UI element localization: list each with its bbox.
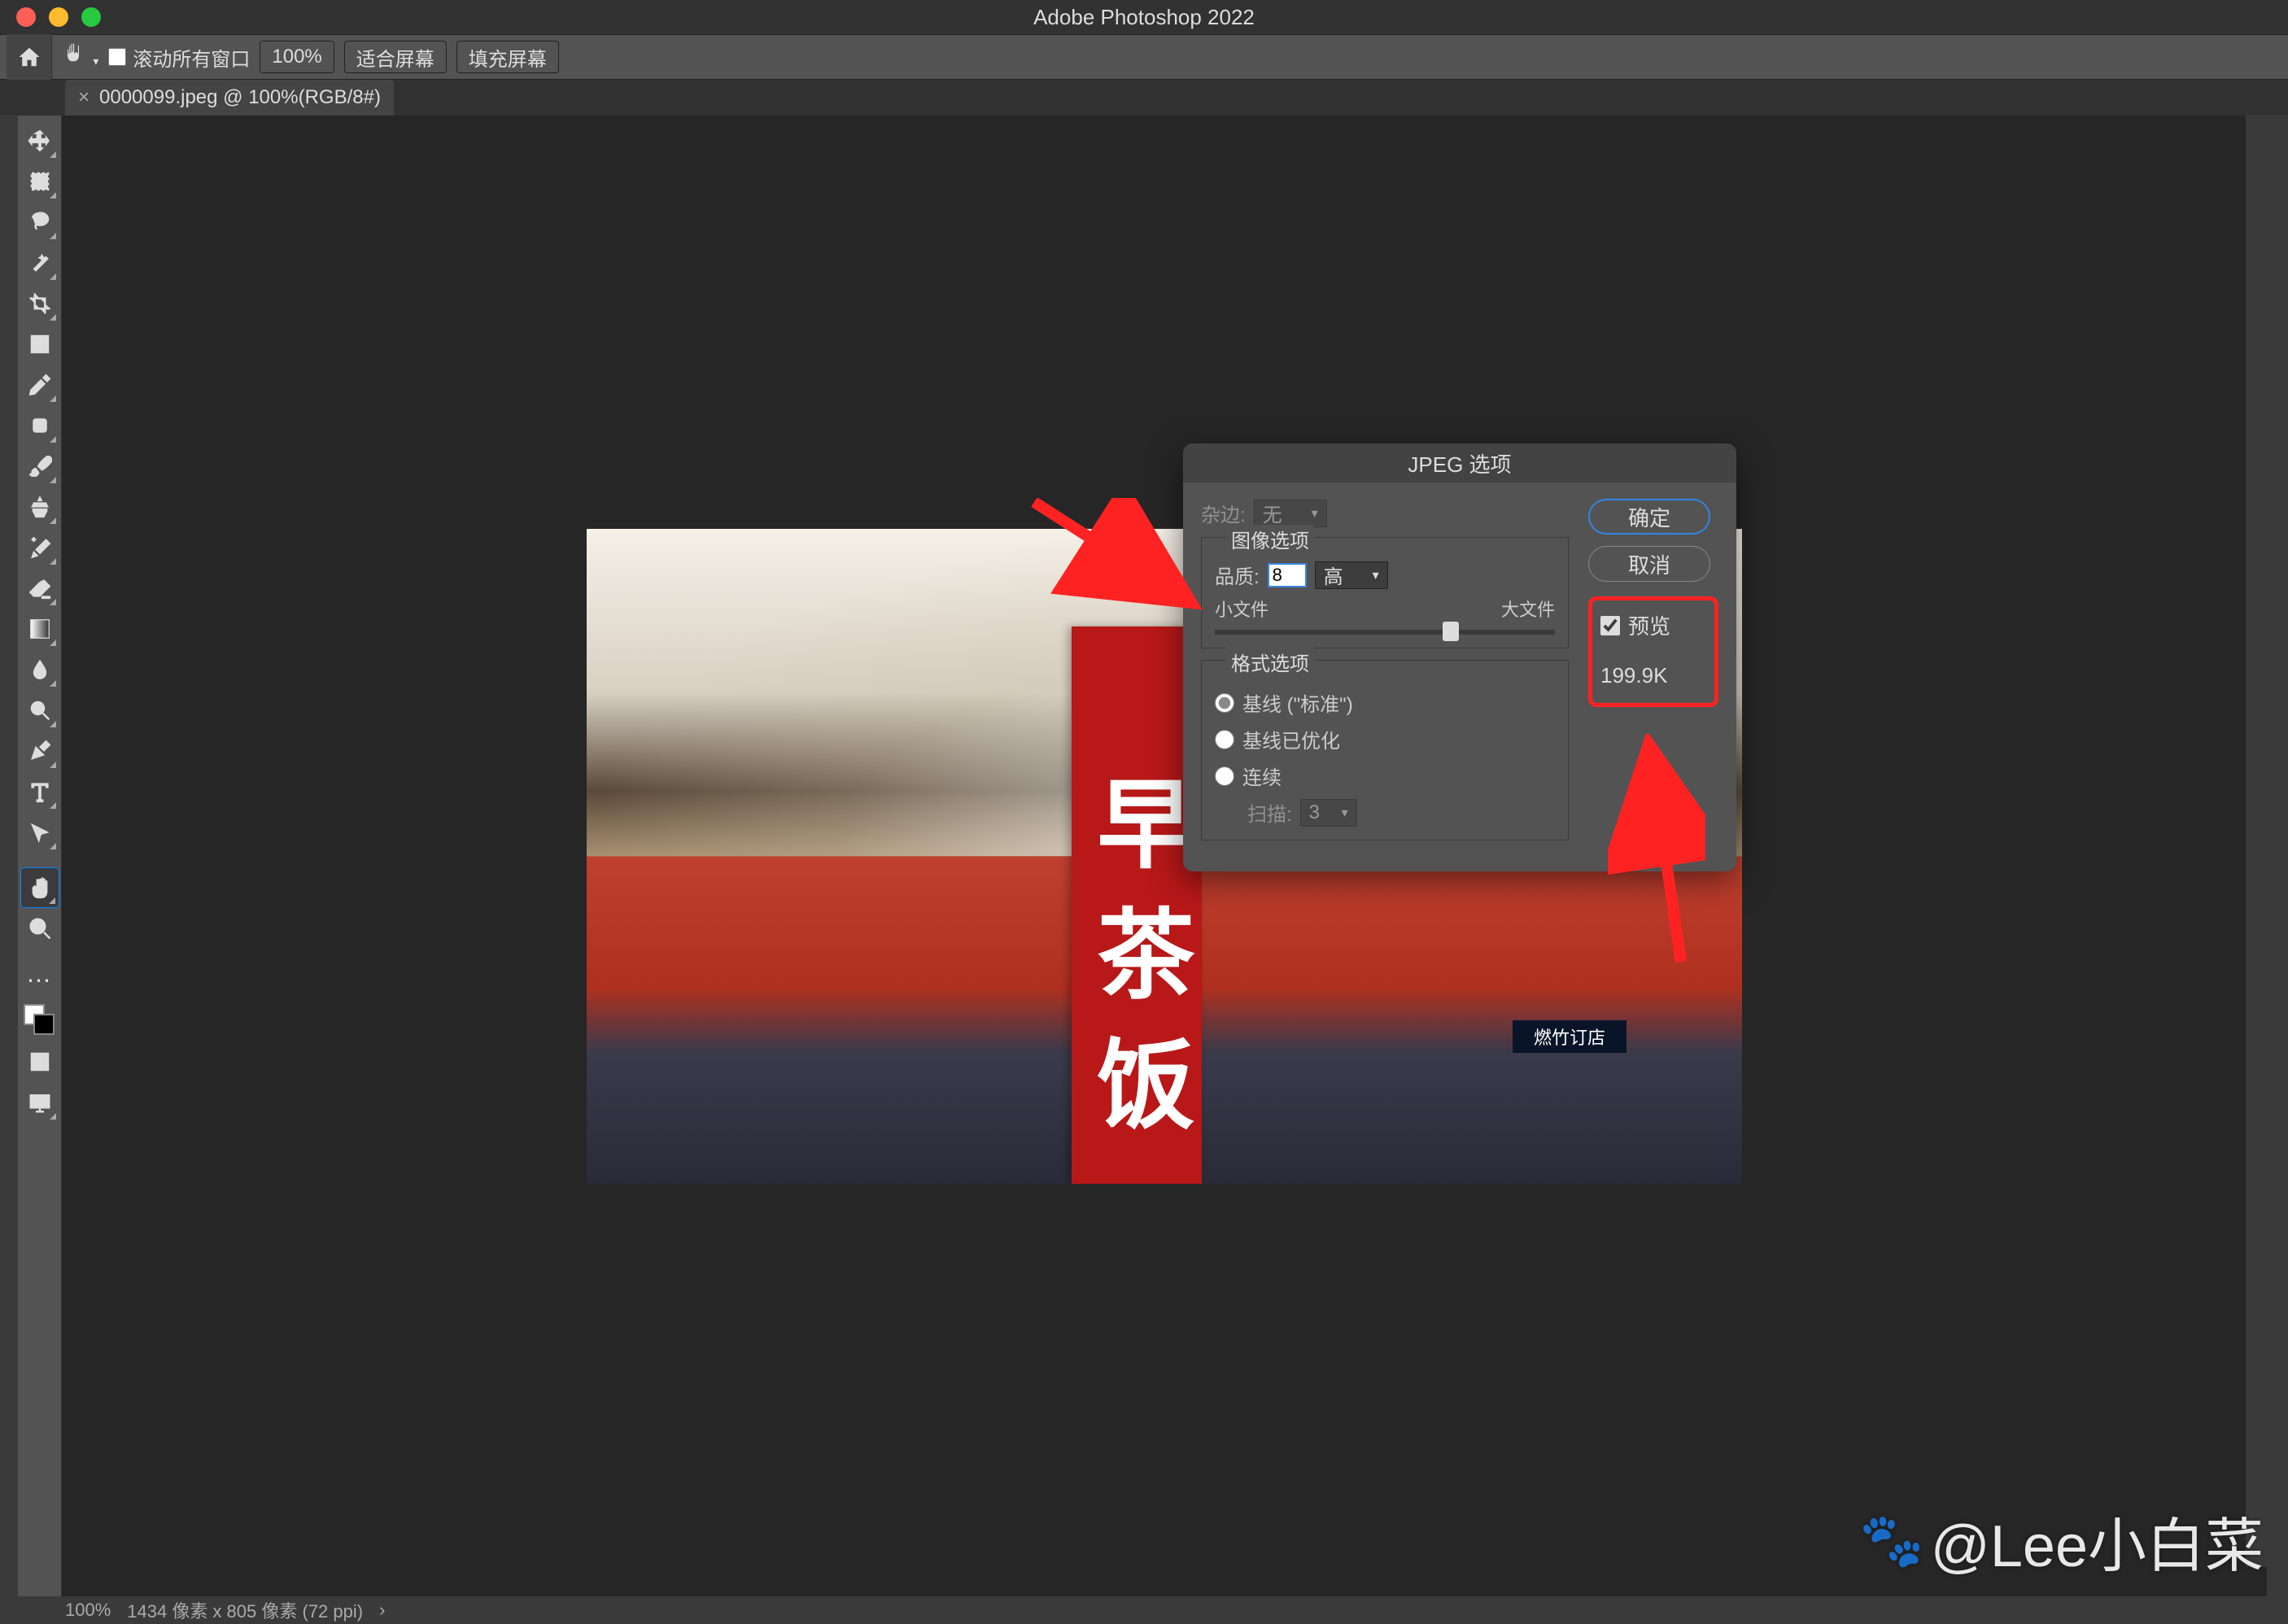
magic-wand-tool[interactable]: [20, 242, 59, 283]
frame-tool[interactable]: [20, 324, 59, 365]
zoom-tool[interactable]: [20, 908, 59, 949]
small-file-label: 小文件: [1215, 596, 1268, 622]
status-chevron-icon[interactable]: ›: [379, 1600, 385, 1621]
close-tab-icon[interactable]: ×: [78, 86, 90, 109]
format-options-group: 格式选项 基线 ("标准") 基线已优化 连续: [1201, 660, 1569, 840]
jpeg-options-dialog: JPEG 选项 杂边: 无 ▾ 图像选项: [1183, 443, 1736, 871]
color-swatch[interactable]: [20, 1001, 59, 1041]
screen-mode-button[interactable]: [20, 1082, 59, 1123]
hand-tool-icon[interactable]: ▾: [62, 42, 98, 72]
maximize-window-button[interactable]: [81, 7, 101, 27]
pen-tool[interactable]: [20, 731, 59, 771]
right-panel-expander[interactable]: [2267, 116, 2288, 1596]
app-title: Adobe Photoshop 2022: [0, 5, 2288, 30]
minimize-window-button[interactable]: [49, 7, 68, 27]
titlebar: Adobe Photoshop 2022: [0, 0, 2288, 34]
home-button[interactable]: [7, 34, 52, 80]
move-tool[interactable]: [20, 120, 59, 161]
options-bar: ▾ 滚动所有窗口 100% 适合屏幕 填充屏幕: [0, 34, 2288, 80]
history-brush-tool[interactable]: [20, 527, 59, 568]
edit-toolbar-button[interactable]: ⋯: [20, 960, 59, 1001]
main-area: ⋯ 早茶饭 燃竹订店 JPEG 选项: [0, 116, 2288, 1596]
quality-label: 品质:: [1215, 561, 1260, 589]
blur-tool[interactable]: [20, 649, 59, 690]
path-selection-tool[interactable]: [20, 812, 59, 853]
left-expander[interactable]: [0, 116, 18, 1596]
marquee-tool[interactable]: [20, 161, 59, 202]
lasso-tool[interactable]: [20, 202, 59, 242]
eyedropper-tool[interactable]: [20, 365, 59, 405]
cancel-button[interactable]: 取消: [1588, 546, 1710, 582]
app-window: Adobe Photoshop 2022 ▾ 滚动所有窗口 100% 适合屏幕 …: [0, 0, 2288, 1624]
matte-label: 杂边:: [1201, 499, 1246, 527]
matte-select: 无 ▾: [1254, 500, 1327, 527]
format-options-title: 格式选项: [1226, 648, 1314, 676]
image-options-title: 图像选项: [1226, 525, 1314, 553]
quality-slider-thumb[interactable]: [1443, 622, 1459, 641]
vertical-scrollbar[interactable]: [2246, 116, 2267, 1567]
matte-row: 杂边: 无 ▾: [1201, 499, 1569, 527]
quality-input[interactable]: [1268, 563, 1307, 587]
quality-preset-select[interactable]: 高 ▾: [1315, 561, 1388, 589]
brush-tool[interactable]: [20, 446, 59, 487]
hand-tool[interactable]: [20, 867, 59, 908]
fit-screen-button[interactable]: 适合屏幕: [344, 41, 447, 73]
zoom-status[interactable]: 100%: [65, 1600, 111, 1621]
canvas-area[interactable]: 早茶饭 燃竹订店 JPEG 选项 杂边: 无 ▾: [62, 116, 2267, 1596]
quick-mask-button[interactable]: [20, 1041, 59, 1082]
baseline-optimized-radio[interactable]: 基线已优化: [1215, 725, 1555, 753]
progressive-radio[interactable]: 连续: [1215, 762, 1555, 790]
doc-size-status[interactable]: 1434 像素 x 805 像素 (72 ppi): [127, 1597, 363, 1623]
image-options-group: 图像选项 品质: 高 ▾ 小文件 大文件: [1201, 537, 1569, 648]
quality-slider[interactable]: [1215, 630, 1555, 635]
close-window-button[interactable]: [16, 7, 36, 27]
baseline-standard-radio[interactable]: 基线 ("标准"): [1215, 688, 1555, 717]
scans-label: 扫描:: [1247, 798, 1292, 827]
eraser-tool[interactable]: [20, 568, 59, 609]
paw-icon: 🐾: [1859, 1510, 1924, 1571]
traffic-lights: [0, 7, 101, 27]
status-bar: 100% 1434 像素 x 805 像素 (72 ppi) ›: [0, 1596, 2288, 1624]
file-size-label: 199.9K: [1600, 663, 1706, 688]
fill-screen-button[interactable]: 填充屏幕: [456, 41, 559, 73]
large-file-label: 大文件: [1501, 596, 1555, 622]
preview-checkbox[interactable]: 预览: [1600, 610, 1706, 640]
watermark: 🐾 @Lee小白菜: [1859, 1498, 2264, 1583]
dialog-title: JPEG 选项: [1183, 443, 1736, 482]
zoom-level-button[interactable]: 100%: [260, 41, 334, 73]
ok-button[interactable]: 确定: [1588, 499, 1710, 535]
toolbox: ⋯: [18, 116, 62, 1596]
document-tab-bar: × 0000099.jpeg @ 100%(RGB/8#): [0, 80, 2288, 116]
document-tab-label: 0000099.jpeg @ 100%(RGB/8#): [99, 86, 381, 109]
type-tool[interactable]: [20, 771, 59, 812]
scroll-all-windows-label: 滚动所有窗口: [133, 43, 250, 72]
scans-select: 3 ▾: [1300, 799, 1357, 827]
preview-highlight-box: 预览 199.9K: [1588, 596, 1718, 707]
clone-stamp-tool[interactable]: [20, 487, 59, 527]
healing-brush-tool[interactable]: [20, 405, 59, 446]
gradient-tool[interactable]: [20, 609, 59, 649]
dodge-tool[interactable]: [20, 690, 59, 731]
crop-tool[interactable]: [20, 283, 59, 324]
document-tab[interactable]: × 0000099.jpeg @ 100%(RGB/8#): [65, 80, 394, 116]
scroll-all-windows-checkbox[interactable]: 滚动所有窗口: [108, 43, 250, 72]
